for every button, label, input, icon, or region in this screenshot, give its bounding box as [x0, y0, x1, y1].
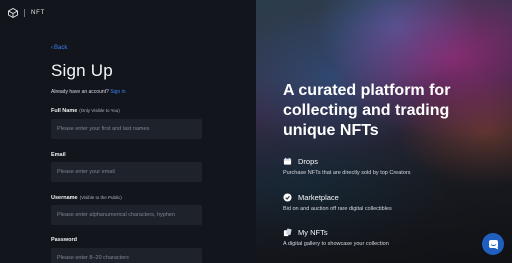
feature-my-nfts-title: My NFTs	[298, 228, 328, 237]
chat-button[interactable]	[482, 233, 504, 255]
password-label-text: Password	[51, 237, 77, 243]
diamond-cube-icon	[8, 8, 18, 18]
logo-text: NFT	[31, 10, 46, 16]
chevron-left-icon: ‹	[51, 45, 53, 51]
password-label: Password	[51, 237, 77, 243]
hero-headline: A curated platform for collecting and tr…	[283, 82, 451, 139]
full-name-hint: (Only Visible to You)	[79, 108, 120, 113]
feature-my-nfts-desc: A digital gallery to showcase your colle…	[283, 241, 389, 247]
email-input[interactable]	[51, 162, 202, 182]
marketplace-icon	[283, 193, 292, 202]
signin-link[interactable]: Sign in	[110, 89, 125, 95]
feature-marketplace: Marketplace Bid on and auction off rare …	[283, 193, 392, 212]
drops-icon	[283, 157, 292, 165]
logo-divider	[24, 9, 25, 17]
feature-my-nfts: My NFTs A digital gallery to showcase yo…	[283, 228, 389, 247]
chat-icon	[488, 239, 498, 249]
my-nfts-icon	[283, 228, 292, 237]
email-label: Email	[51, 152, 66, 158]
signup-panel: NFT ‹ Back Sign Up Already have an accou…	[0, 0, 256, 263]
back-label: Back	[54, 45, 68, 51]
username-input[interactable]	[51, 205, 202, 225]
signin-prompt: Already have an account? Sign in	[51, 89, 126, 95]
feature-marketplace-desc: Bid on and auction off rare digital coll…	[283, 206, 392, 212]
username-label: Username (Visible to the Public)	[51, 195, 122, 201]
feature-drops-title: Drops	[298, 157, 319, 166]
feature-marketplace-title: Marketplace	[298, 193, 339, 202]
full-name-label: Full Name (Only Visible to You)	[51, 108, 120, 114]
username-hint: (Visible to the Public)	[79, 195, 122, 200]
already-text: Already have an account?	[51, 89, 109, 95]
page-title: Sign Up	[51, 61, 113, 80]
feature-drops-desc: Purchase NFTs that are directly sold by …	[283, 170, 411, 176]
full-name-input[interactable]	[51, 119, 202, 139]
full-name-label-text: Full Name	[51, 108, 78, 114]
password-input[interactable]	[51, 248, 202, 263]
feature-drops: Drops Purchase NFTs that are directly so…	[283, 157, 410, 176]
brand-logo[interactable]: NFT	[8, 8, 45, 18]
back-link[interactable]: ‹ Back	[51, 45, 67, 51]
username-label-text: Username	[51, 195, 78, 201]
email-label-text: Email	[51, 152, 66, 158]
